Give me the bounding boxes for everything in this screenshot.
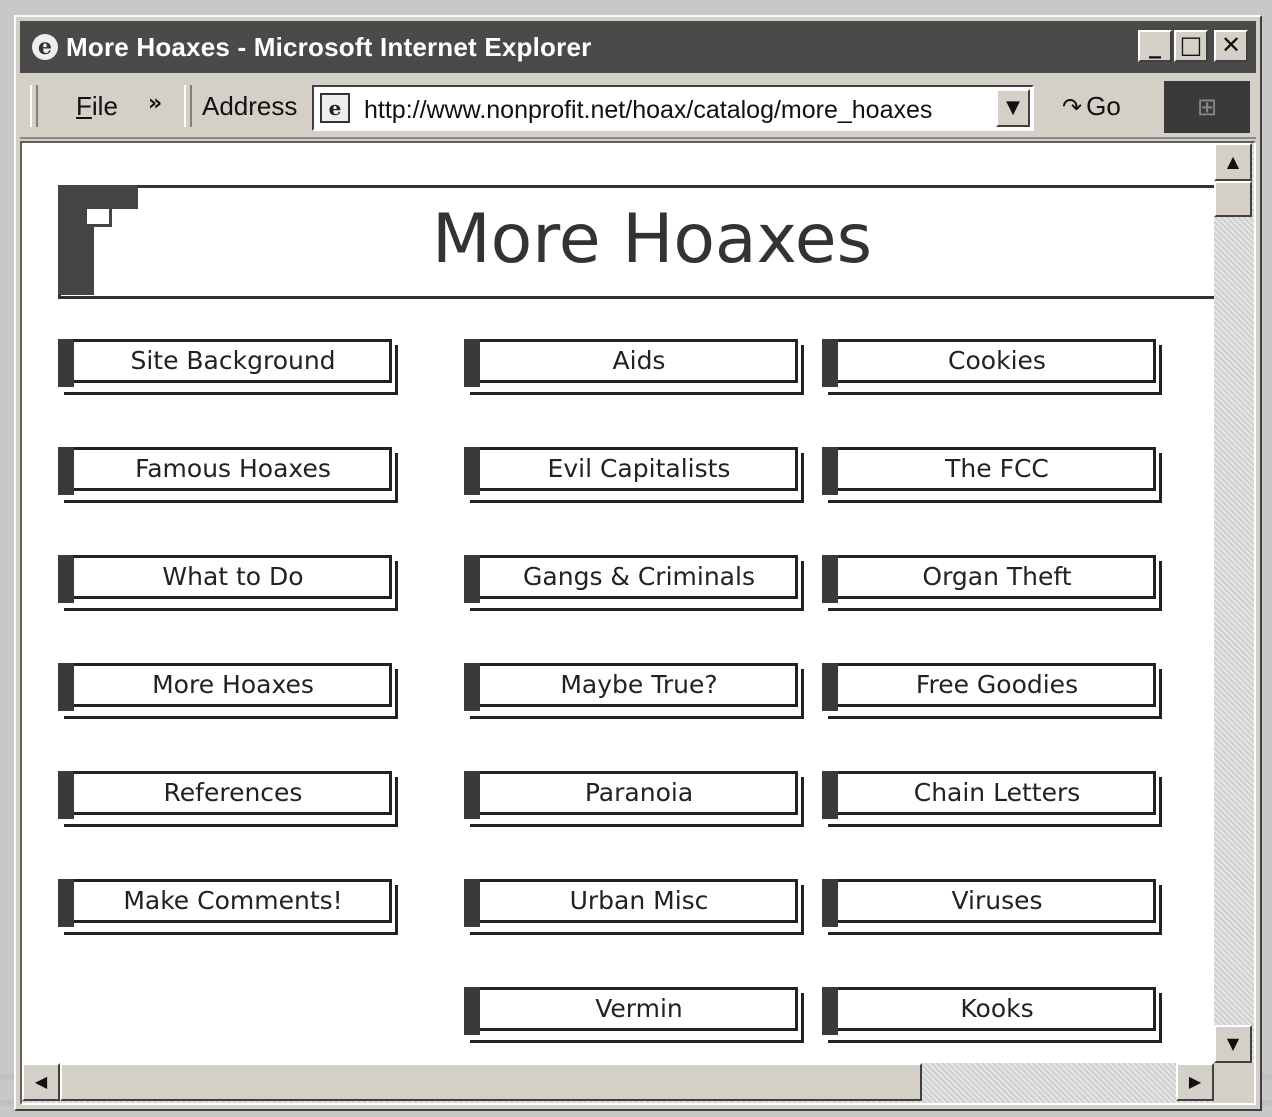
nav-button-label: Evil Capitalists (547, 454, 731, 483)
close-button[interactable]: ✕ (1214, 30, 1248, 62)
nav-button-label: Organ Theft (922, 562, 1072, 591)
nav-button-label: Maybe True? (560, 670, 718, 699)
nav-button-references[interactable]: References (58, 771, 398, 833)
url-text[interactable]: http://www.nonprofit.net/hoax/catalog/mo… (364, 95, 932, 125)
nav-button-evil-capitalists[interactable]: Evil Capitalists (464, 447, 804, 509)
nav-button-famous-hoaxes[interactable]: Famous Hoaxes (58, 447, 398, 509)
nav-button-label: Make Comments! (123, 886, 343, 915)
nav-button-chain-letters[interactable]: Chain Letters (822, 771, 1162, 833)
nav-button-cookies[interactable]: Cookies (822, 339, 1162, 401)
button-edge-bar (58, 663, 74, 711)
go-arrow-icon: ↷ (1062, 94, 1083, 121)
internet-explorer-icon[interactable]: e (32, 34, 58, 60)
button-edge-bar (822, 879, 838, 927)
nav-button-gangs-criminals[interactable]: Gangs & Criminals (464, 555, 804, 617)
vertical-scroll-thumb[interactable] (1214, 181, 1252, 217)
page-content: More Hoaxes Site Background Aids Cookies Fa… (22, 143, 1214, 1063)
window-title: More Hoaxes - Microsoft Internet Explore… (66, 32, 592, 62)
go-button[interactable]: ↷ Go (1062, 89, 1121, 125)
button-edge-bar (822, 987, 838, 1035)
button-edge-bar (58, 447, 74, 495)
nav-button-label: Famous Hoaxes (135, 454, 331, 483)
address-label: Address (202, 91, 298, 121)
nav-button-what-to-do[interactable]: What to Do (58, 555, 398, 617)
nav-button-label: Viruses (951, 886, 1043, 915)
nav-button-label: Chain Letters (913, 778, 1081, 807)
maximize-button[interactable]: □ (1174, 30, 1208, 62)
nav-button-vermin[interactable]: Vermin (464, 987, 804, 1049)
nav-button-label: References (163, 778, 303, 807)
nav-button-make-comments[interactable]: Make Comments! (58, 879, 398, 941)
nav-button-site-background[interactable]: Site Background (58, 339, 398, 401)
nav-button-label: More Hoaxes (152, 670, 314, 699)
vertical-scrollbar[interactable]: ▲ ▼ (1214, 143, 1254, 1063)
nav-button-kooks[interactable]: Kooks (822, 987, 1162, 1049)
nav-button-more-hoaxes[interactable]: More Hoaxes (58, 663, 398, 725)
nav-button-free-goodies[interactable]: Free Goodies (822, 663, 1162, 725)
button-edge-bar (464, 339, 480, 387)
button-edge-bar (464, 663, 480, 711)
nav-button-label: Aids (612, 346, 666, 375)
nav-button-the-fcc[interactable]: The FCC (822, 447, 1162, 509)
horizontal-scrollbar[interactable]: ◀ ▶ (22, 1063, 1214, 1103)
horizontal-scroll-thumb[interactable] (60, 1063, 922, 1101)
nav-button-label: Paranoia (584, 778, 694, 807)
button-edge-bar (464, 879, 480, 927)
button-edge-bar (58, 879, 74, 927)
button-edge-bar (464, 555, 480, 603)
windows-logo-throbber-icon: ⊞ (1164, 81, 1250, 133)
minimize-button[interactable]: _ (1138, 30, 1172, 62)
toolbar: File » Address e http://www.nonprofit.ne… (20, 77, 1256, 139)
button-edge-bar (822, 339, 838, 387)
button-edge-bar (58, 339, 74, 387)
button-edge-bar (822, 771, 838, 819)
button-edge-bar (822, 663, 838, 711)
toolbar-grip[interactable] (30, 85, 38, 127)
nav-button-maybe-true[interactable]: Maybe True? (464, 663, 804, 725)
nav-button-urban-misc[interactable]: Urban Misc (464, 879, 804, 941)
file-menu[interactable]: File (76, 91, 118, 121)
title-bar[interactable]: e More Hoaxes - Microsoft Internet Explo… (20, 21, 1256, 73)
button-edge-bar (58, 555, 74, 603)
browser-window: e More Hoaxes - Microsoft Internet Explo… (14, 15, 1262, 1111)
nav-button-paranoia[interactable]: Paranoia (464, 771, 804, 833)
address-field[interactable]: e http://www.nonprofit.net/hoax/catalog/… (312, 85, 1034, 131)
scroll-down-button[interactable]: ▼ (1214, 1025, 1252, 1063)
nav-button-aids[interactable]: Aids (464, 339, 804, 401)
address-dropdown-button[interactable]: ▼ (996, 89, 1030, 127)
button-edge-bar (464, 447, 480, 495)
page-icon: e (320, 93, 350, 123)
button-edge-bar (464, 771, 480, 819)
button-edge-bar (58, 771, 74, 819)
nav-button-label: Kooks (960, 994, 1034, 1023)
button-edge-bar (822, 447, 838, 495)
nav-button-label: Cookies (948, 346, 1046, 375)
nav-button-label: Site Background (130, 346, 336, 375)
nav-button-viruses[interactable]: Viruses (822, 879, 1162, 941)
nav-button-label: Vermin (595, 994, 683, 1023)
scroll-up-button[interactable]: ▲ (1214, 143, 1252, 181)
banner-decoration (84, 209, 112, 227)
nav-button-label: Free Goodies (915, 670, 1079, 699)
scrollbar-corner (1214, 1063, 1254, 1103)
page-viewport: More Hoaxes Site Background Aids Cookies Fa… (20, 141, 1256, 1105)
scroll-left-button[interactable]: ◀ (22, 1063, 60, 1101)
nav-button-label: The FCC (945, 454, 1049, 483)
button-edge-bar (822, 555, 838, 603)
more-menus-chevron-icon[interactable]: » (148, 89, 162, 119)
nav-button-label: Urban Misc (569, 886, 709, 915)
banner-decoration (58, 185, 138, 209)
nav-button-label: Gangs & Criminals (523, 562, 755, 591)
scroll-right-button[interactable]: ▶ (1176, 1063, 1214, 1101)
nav-button-organ-theft[interactable]: Organ Theft (822, 555, 1162, 617)
address-bar-grip[interactable] (184, 85, 192, 127)
button-edge-bar (464, 987, 480, 1035)
page-title: More Hoaxes (432, 200, 873, 279)
nav-button-label: What to Do (162, 562, 304, 591)
